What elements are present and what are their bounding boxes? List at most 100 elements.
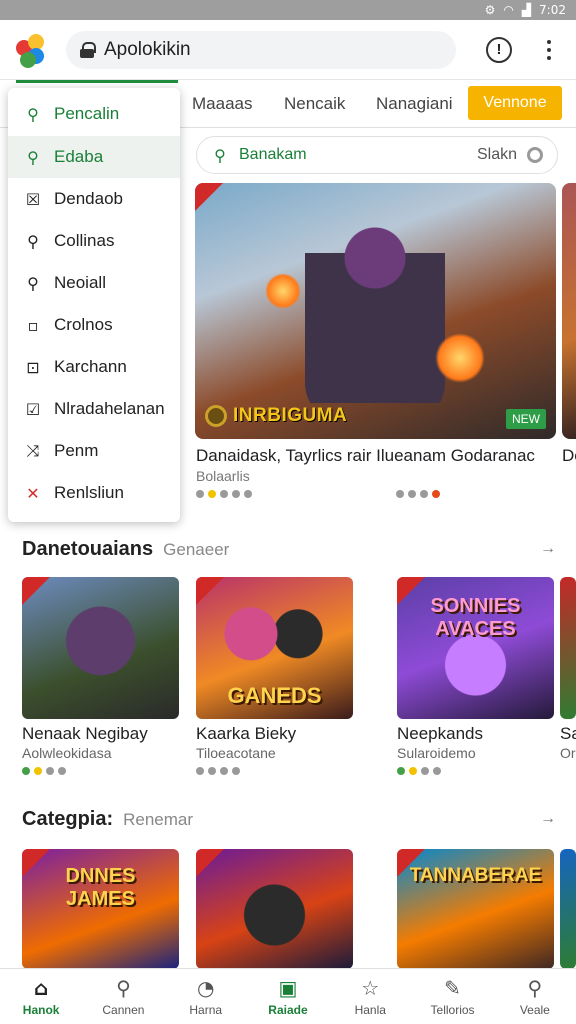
dropdown-item-label: Nlradahelanan [54, 399, 165, 418]
dropdown-item-label: Renlsliun [54, 483, 124, 502]
search-bar[interactable]: ⚲ Banakam Slakn [196, 136, 558, 174]
cross-icon: ✕ [26, 483, 40, 503]
game-art-label: SONNIES AVACES [430, 595, 521, 640]
section-title: Danetouaians [22, 538, 154, 560]
nav-home[interactable]: ⌂ Hanok [0, 969, 82, 1024]
dropdown-item[interactable]: ✕ Renlsliun [8, 472, 180, 514]
section-arrow-icon[interactable]: → [540, 540, 556, 558]
dropdown-item[interactable]: ⚲ Edaba [8, 136, 180, 178]
nav-explore[interactable]: ◔ Harna [165, 969, 247, 1024]
section-arrow-icon[interactable]: → [540, 810, 556, 828]
game-art [22, 577, 179, 719]
game-subtitle: Sularoidemo [397, 745, 476, 761]
dropdown-item[interactable]: ⊡ Karchann [8, 346, 180, 388]
game-title: Kaarka Bieky [196, 724, 297, 743]
dropdown-item[interactable]: ⤨ Penm [8, 430, 180, 472]
wifi-icon: ◠ [503, 3, 514, 17]
game-art-label: DNNES JAMES [65, 865, 136, 910]
status-bar: ⚙ ◠ ▟ 7:02 [0, 0, 576, 20]
rating-dots [196, 490, 252, 498]
game-art-label: TANNABERAE [409, 865, 542, 886]
nav-label: Hanla [354, 1002, 386, 1017]
dropdown-menu: ⚲ Pencalin ⚲ Edaba ☒ Dendaob ⚲ Collinas … [8, 88, 180, 522]
dropdown-item[interactable]: ⚲ Pencalin [8, 92, 180, 136]
featured-banner-next[interactable] [562, 183, 576, 439]
game-card[interactable] [196, 849, 353, 969]
game-card[interactable] [22, 577, 179, 719]
games-icon: ▣ [278, 975, 298, 1000]
bottom-navigation: ⌂ Hanok ⚲ Cannen ◔ Harna ▣ Raiade ☆ Hanl… [0, 968, 576, 1024]
section-subtitle[interactable]: Genaeer [163, 540, 229, 560]
search-icon: ⚲ [27, 104, 39, 124]
search-icon: ⚲ [27, 231, 39, 251]
nav-label: Raiade [268, 1002, 308, 1017]
carousel-dots [396, 490, 440, 498]
search-icon: ⚲ [527, 975, 543, 1000]
tab-1[interactable]: Maaaas [192, 94, 252, 114]
tab-underline [16, 80, 178, 83]
dropdown-item-label: Dendaob [54, 189, 124, 208]
filter-icon[interactable] [527, 147, 543, 163]
game-card[interactable] [560, 577, 576, 719]
dropdown-item[interactable]: ☑ Nlradahelanan [8, 388, 180, 430]
nav-search[interactable]: ⚲ Cannen [82, 969, 164, 1024]
tab-2[interactable]: Nencaik [284, 94, 345, 114]
game-art-label: GANEDS [227, 683, 322, 708]
section-subtitle[interactable]: Renemar [123, 810, 193, 830]
section-title: Categpia: [22, 808, 114, 830]
rating-dots [22, 767, 66, 775]
nav-label: Harna [189, 1002, 223, 1017]
game-card[interactable] [560, 849, 576, 969]
signal-icon: ▟ [521, 3, 532, 17]
featured-title-text: INRBIGUMA [233, 405, 348, 426]
dropdown-item[interactable]: ☒ Dendaob [8, 178, 180, 220]
exit-icon: ⊡ [26, 357, 40, 377]
dropdown-item[interactable]: ⚲ Neoiall [8, 262, 180, 304]
game-card[interactable]: SONNIES AVACES [397, 577, 554, 719]
game-subtitle: Or [560, 745, 576, 761]
dropdown-item[interactable]: ⚲ Collinas [8, 220, 180, 262]
nav-label: Cannen [102, 1002, 145, 1017]
game-card[interactable]: GANEDS [196, 577, 353, 719]
nav-label: Veale [519, 1002, 550, 1017]
game-title: Neepkands [397, 724, 484, 743]
square-icon: ▫ [27, 315, 39, 335]
nav-games[interactable]: ▣ Raiade [247, 969, 329, 1024]
rating-dots [397, 767, 441, 775]
nav-edit[interactable]: ✎ Tellorios [411, 969, 493, 1024]
hero-character-image [305, 203, 445, 423]
nav-label: Tellorios [430, 1002, 475, 1017]
featured-banner[interactable]: INRBIGUMA NEW [195, 183, 556, 439]
search-icon: ⚲ [27, 147, 39, 167]
info-button[interactable]: ! [486, 36, 512, 63]
browser-toolbar: Apolokikin ! [0, 20, 576, 80]
nav-more[interactable]: ⚲ Veale [494, 969, 576, 1024]
featured-title: INRBIGUMA [205, 405, 347, 427]
url-text: Apolokikin [104, 38, 191, 60]
edit-icon: ✎ [444, 975, 461, 1000]
game-card[interactable]: TANNABERAE [397, 849, 554, 969]
dropdown-item-label: Collinas [54, 231, 115, 250]
coin-icon [205, 405, 227, 427]
home-icon: ⌂ [33, 975, 49, 1000]
section-header-2: Categpia: Renemar [22, 808, 193, 831]
fire-effect [265, 273, 301, 309]
featured-caption: Danaidask, Tayrlics rair Ilueanam Godara… [196, 446, 535, 465]
dropdown-item[interactable]: ▫ Crolnos [8, 304, 180, 346]
menu-button[interactable] [534, 39, 564, 60]
tab-3[interactable]: Nanagiani [376, 94, 453, 114]
game-subtitle: Aolwleokidasa [22, 745, 112, 761]
app-logo-icon[interactable] [12, 30, 52, 70]
address-bar[interactable]: Apolokikin [66, 30, 456, 69]
settings-icon: ⚙ [484, 3, 496, 17]
dropdown-item-label: Neoiall [54, 273, 106, 292]
status-time: 7:02 [539, 3, 566, 17]
game-card[interactable]: DNNES JAMES [22, 849, 179, 969]
game-art [196, 849, 353, 969]
nav-favorites[interactable]: ☆ Hanla [329, 969, 411, 1024]
tab-cta-button[interactable]: Vennone [468, 86, 562, 120]
search-placeholder: Banakam [239, 146, 307, 163]
search-icon: ⚲ [27, 273, 39, 293]
nav-label: Hanok [22, 1002, 60, 1017]
star-icon: ☆ [361, 975, 380, 1000]
